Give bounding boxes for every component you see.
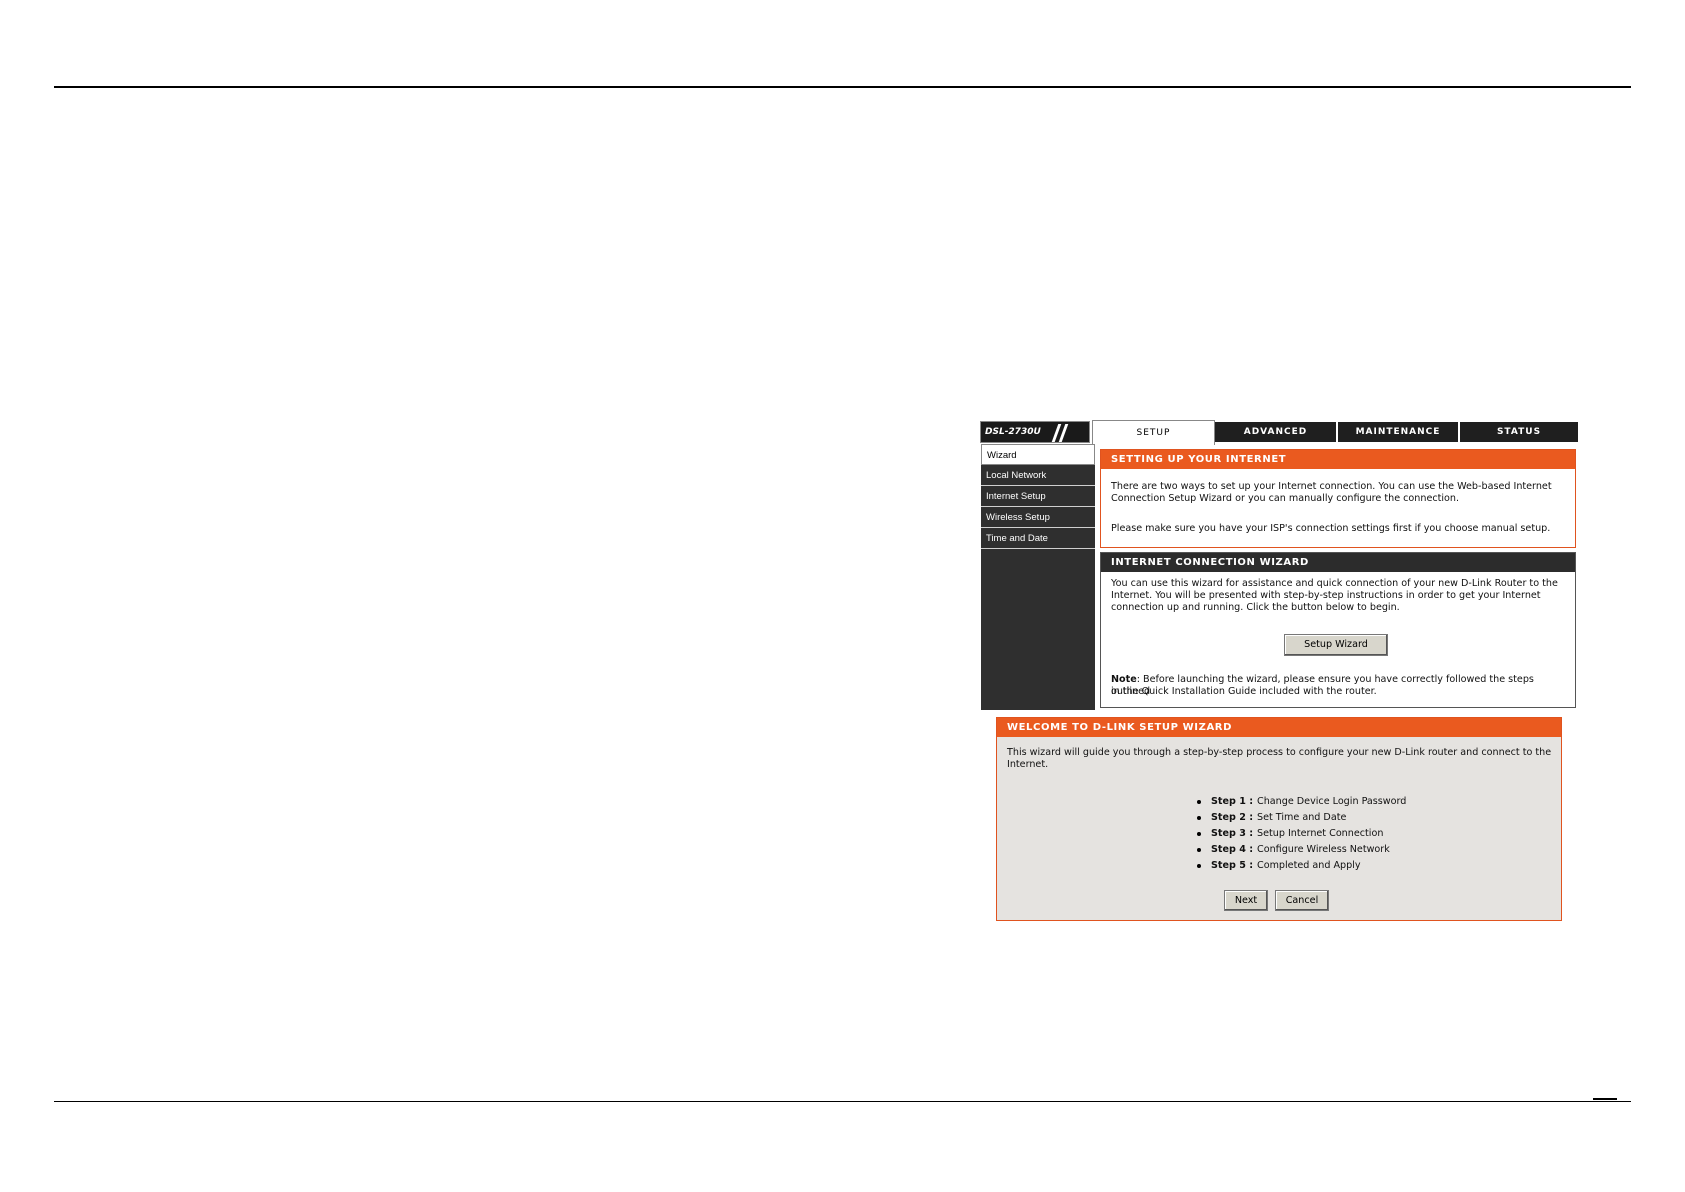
- panel-title: WELCOME TO D-LINK SETUP WIZARD: [997, 718, 1561, 737]
- model-logo: DSL-2730U: [980, 421, 1090, 443]
- bullet-icon: [1197, 816, 1201, 820]
- list-item: Step 4 : Configure Wireless Network: [1195, 842, 1406, 858]
- panel-text: connection up and running. Click the but…: [1111, 602, 1400, 613]
- tab-setup[interactable]: SETUP: [1092, 420, 1215, 445]
- tab-status[interactable]: STATUS: [1460, 422, 1578, 442]
- step-label: Step 4 :: [1211, 844, 1254, 855]
- step-text: Change Device Login Password: [1257, 796, 1407, 807]
- bullet-icon: [1197, 800, 1201, 804]
- list-item: Step 5 : Completed and Apply: [1195, 858, 1406, 874]
- step-text: Set Time and Date: [1257, 812, 1347, 823]
- step-label: Step 1 :: [1211, 796, 1254, 807]
- cancel-button[interactable]: Cancel: [1275, 890, 1329, 911]
- page-number-mark: [1593, 1098, 1617, 1100]
- bullet-icon: [1197, 832, 1201, 836]
- bullet-icon: [1197, 864, 1201, 868]
- step-list: Step 1 : Change Device Login Password Ste…: [1195, 794, 1406, 874]
- step-label: Step 3 :: [1211, 828, 1254, 839]
- welcome-wizard-panel: WELCOME TO D-LINK SETUP WIZARD This wiza…: [996, 717, 1562, 921]
- header-rule: [54, 86, 1631, 88]
- sidebar: Wizard Local Network Internet Setup Wire…: [981, 444, 1095, 710]
- panel-text: Connection Setup Wizard or you can manua…: [1111, 493, 1460, 504]
- list-item: Step 3 : Setup Internet Connection: [1195, 826, 1406, 842]
- panel-title: SETTING UP YOUR INTERNET: [1101, 450, 1575, 469]
- router-setup-screenshot: DSL-2730U SETUP ADVANCED MAINTENANCE STA…: [980, 420, 1578, 710]
- step-text: Configure Wireless Network: [1257, 844, 1390, 855]
- panel-title: INTERNET CONNECTION WIZARD: [1101, 553, 1575, 572]
- panel-text: There are two ways to set up your Intern…: [1111, 481, 1552, 492]
- tab-maintenance[interactable]: MAINTENANCE: [1338, 422, 1458, 442]
- step-label: Step 2 :: [1211, 812, 1254, 823]
- sidebar-item-local-network[interactable]: Local Network: [981, 465, 1095, 486]
- list-item: Step 2 : Set Time and Date: [1195, 810, 1406, 826]
- sidebar-item-wireless-setup[interactable]: Wireless Setup: [981, 507, 1095, 528]
- setup-wizard-button[interactable]: Setup Wizard: [1284, 634, 1388, 656]
- footer-rule: [54, 1101, 1631, 1102]
- panel-text: Internet.: [1007, 759, 1049, 770]
- sidebar-item-internet-setup[interactable]: Internet Setup: [981, 486, 1095, 507]
- list-item: Step 1 : Change Device Login Password: [1195, 794, 1406, 810]
- sidebar-item-time-and-date[interactable]: Time and Date: [981, 528, 1095, 549]
- connection-wizard-panel: INTERNET CONNECTION WIZARD You can use t…: [1100, 552, 1576, 708]
- next-button[interactable]: Next: [1224, 890, 1268, 911]
- model-name: DSL-2730U: [985, 427, 1041, 437]
- panel-text: This wizard will guide you through a ste…: [1007, 747, 1552, 758]
- tab-advanced[interactable]: ADVANCED: [1215, 422, 1336, 442]
- step-label: Step 5 :: [1211, 860, 1254, 871]
- step-text: Setup Internet Connection: [1257, 828, 1384, 839]
- setup-internet-panel: SETTING UP YOUR INTERNET There are two w…: [1100, 449, 1576, 548]
- panel-text: Please make sure you have your ISP's con…: [1111, 523, 1551, 534]
- panel-text: You can use this wizard for assistance a…: [1111, 578, 1558, 589]
- panel-text: Internet. You will be presented with ste…: [1111, 590, 1541, 601]
- bullet-icon: [1197, 848, 1201, 852]
- step-text: Completed and Apply: [1257, 860, 1361, 871]
- note-text: in the Quick Installation Guide included…: [1111, 686, 1377, 697]
- note-label: Note: [1111, 674, 1137, 685]
- sidebar-item-wizard[interactable]: Wizard: [981, 444, 1095, 465]
